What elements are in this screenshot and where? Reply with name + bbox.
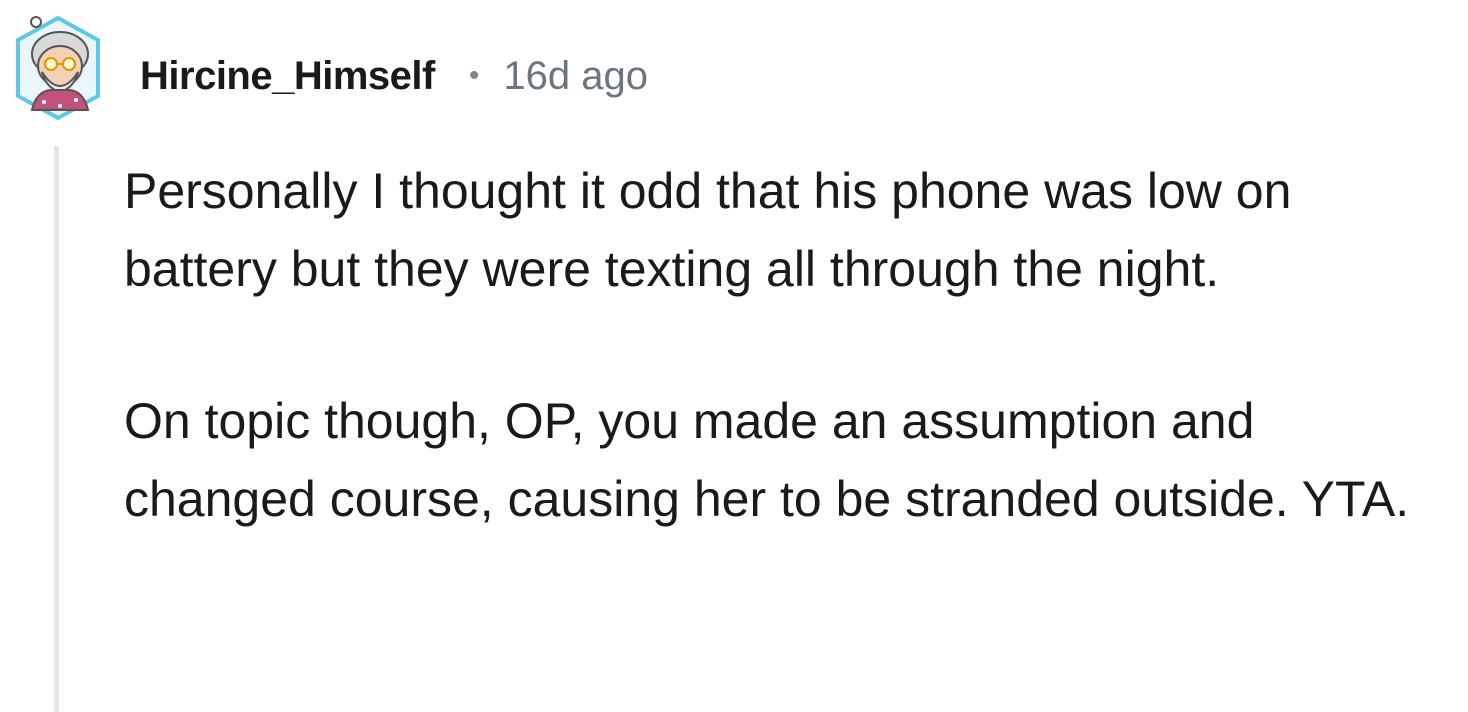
comment-timestamp[interactable]: 16d ago	[503, 54, 648, 99]
username-link[interactable]: Hircine_Himself	[140, 54, 435, 99]
thread-line[interactable]	[54, 146, 59, 712]
comment-body: Personally I thought it odd that his pho…	[124, 152, 1444, 538]
user-avatar-icon[interactable]	[14, 14, 102, 122]
comment-card: Hircine_Himself • 16d ago Personally I t…	[0, 0, 1468, 712]
comment-paragraph: Personally I thought it odd that his pho…	[124, 163, 1292, 297]
meta-separator: •	[468, 59, 480, 92]
comment-paragraph: On topic though, OP, you made an assumpt…	[124, 393, 1410, 527]
comment-header: Hircine_Himself • 16d ago	[140, 50, 648, 102]
